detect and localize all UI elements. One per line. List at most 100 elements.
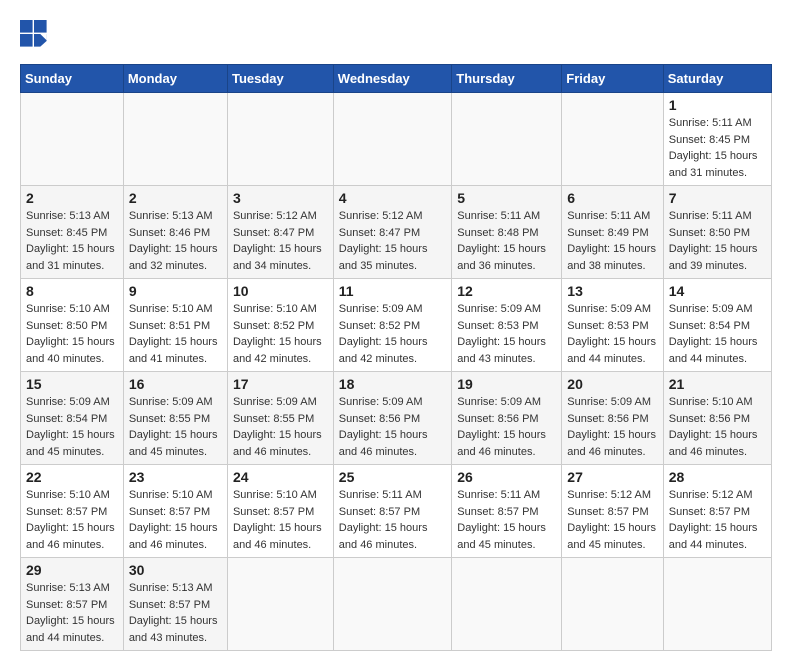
day-number: 23 xyxy=(129,469,222,485)
day-number: 30 xyxy=(129,562,222,578)
day-number: 28 xyxy=(669,469,766,485)
day-number: 12 xyxy=(457,283,556,299)
day-number: 5 xyxy=(457,190,556,206)
day-info: Sunrise: 5:12 AM Sunset: 8:57 PM Dayligh… xyxy=(669,487,766,553)
day-info: Sunrise: 5:10 AM Sunset: 8:57 PM Dayligh… xyxy=(129,487,222,553)
day-info: Sunrise: 5:11 AM Sunset: 8:49 PM Dayligh… xyxy=(567,208,657,274)
day-info: Sunrise: 5:12 AM Sunset: 8:47 PM Dayligh… xyxy=(233,208,328,274)
day-info: Sunrise: 5:10 AM Sunset: 8:50 PM Dayligh… xyxy=(26,301,118,367)
calendar-day-cell xyxy=(21,93,124,186)
calendar-day-cell: 28 Sunrise: 5:12 AM Sunset: 8:57 PM Dayl… xyxy=(663,465,771,558)
day-number: 14 xyxy=(669,283,766,299)
calendar-day-cell: 24 Sunrise: 5:10 AM Sunset: 8:57 PM Dayl… xyxy=(227,465,333,558)
calendar-day-cell: 19 Sunrise: 5:09 AM Sunset: 8:56 PM Dayl… xyxy=(452,372,562,465)
calendar-week-row: 2 Sunrise: 5:13 AM Sunset: 8:45 PM Dayli… xyxy=(21,186,772,279)
day-info: Sunrise: 5:13 AM Sunset: 8:46 PM Dayligh… xyxy=(129,208,222,274)
calendar-header-row: SundayMondayTuesdayWednesdayThursdayFrid… xyxy=(21,65,772,93)
day-header-wednesday: Wednesday xyxy=(333,65,451,93)
calendar-day-cell: 6 Sunrise: 5:11 AM Sunset: 8:49 PM Dayli… xyxy=(562,186,663,279)
calendar-day-cell xyxy=(123,93,227,186)
calendar-day-cell: 13 Sunrise: 5:09 AM Sunset: 8:53 PM Dayl… xyxy=(562,279,663,372)
day-number: 3 xyxy=(233,190,328,206)
logo-icon xyxy=(20,20,48,48)
day-info: Sunrise: 5:11 AM Sunset: 8:48 PM Dayligh… xyxy=(457,208,556,274)
calendar-day-cell: 17 Sunrise: 5:09 AM Sunset: 8:55 PM Dayl… xyxy=(227,372,333,465)
calendar-week-row: 1 Sunrise: 5:11 AM Sunset: 8:45 PM Dayli… xyxy=(21,93,772,186)
calendar-day-cell xyxy=(227,558,333,651)
calendar-day-cell: 21 Sunrise: 5:10 AM Sunset: 8:56 PM Dayl… xyxy=(663,372,771,465)
calendar-day-cell: 15 Sunrise: 5:09 AM Sunset: 8:54 PM Dayl… xyxy=(21,372,124,465)
calendar-day-cell: 26 Sunrise: 5:11 AM Sunset: 8:57 PM Dayl… xyxy=(452,465,562,558)
day-number: 15 xyxy=(26,376,118,392)
day-info: Sunrise: 5:09 AM Sunset: 8:55 PM Dayligh… xyxy=(233,394,328,460)
day-header-sunday: Sunday xyxy=(21,65,124,93)
calendar-day-cell: 12 Sunrise: 5:09 AM Sunset: 8:53 PM Dayl… xyxy=(452,279,562,372)
day-number: 20 xyxy=(567,376,657,392)
calendar-day-cell: 29 Sunrise: 5:13 AM Sunset: 8:57 PM Dayl… xyxy=(21,558,124,651)
day-info: Sunrise: 5:09 AM Sunset: 8:54 PM Dayligh… xyxy=(26,394,118,460)
day-number: 26 xyxy=(457,469,556,485)
day-info: Sunrise: 5:09 AM Sunset: 8:56 PM Dayligh… xyxy=(457,394,556,460)
day-number: 19 xyxy=(457,376,556,392)
day-info: Sunrise: 5:11 AM Sunset: 8:57 PM Dayligh… xyxy=(339,487,446,553)
calendar-day-cell xyxy=(333,558,451,651)
day-header-tuesday: Tuesday xyxy=(227,65,333,93)
day-info: Sunrise: 5:09 AM Sunset: 8:54 PM Dayligh… xyxy=(669,301,766,367)
calendar-day-cell xyxy=(227,93,333,186)
day-info: Sunrise: 5:09 AM Sunset: 8:53 PM Dayligh… xyxy=(567,301,657,367)
day-number: 7 xyxy=(669,190,766,206)
calendar-day-cell: 1 Sunrise: 5:11 AM Sunset: 8:45 PM Dayli… xyxy=(663,93,771,186)
day-header-thursday: Thursday xyxy=(452,65,562,93)
calendar-day-cell: 7 Sunrise: 5:11 AM Sunset: 8:50 PM Dayli… xyxy=(663,186,771,279)
day-number: 13 xyxy=(567,283,657,299)
day-info: Sunrise: 5:09 AM Sunset: 8:56 PM Dayligh… xyxy=(567,394,657,460)
day-number: 6 xyxy=(567,190,657,206)
day-info: Sunrise: 5:10 AM Sunset: 8:56 PM Dayligh… xyxy=(669,394,766,460)
day-number: 29 xyxy=(26,562,118,578)
calendar-week-row: 22 Sunrise: 5:10 AM Sunset: 8:57 PM Dayl… xyxy=(21,465,772,558)
day-number: 2 xyxy=(26,190,118,206)
calendar-day-cell: 2 Sunrise: 5:13 AM Sunset: 8:46 PM Dayli… xyxy=(123,186,227,279)
page-header xyxy=(20,20,772,48)
day-number: 18 xyxy=(339,376,446,392)
day-number: 10 xyxy=(233,283,328,299)
day-info: Sunrise: 5:13 AM Sunset: 8:57 PM Dayligh… xyxy=(26,580,118,646)
calendar-day-cell: 22 Sunrise: 5:10 AM Sunset: 8:57 PM Dayl… xyxy=(21,465,124,558)
day-info: Sunrise: 5:10 AM Sunset: 8:52 PM Dayligh… xyxy=(233,301,328,367)
day-header-friday: Friday xyxy=(562,65,663,93)
day-info: Sunrise: 5:09 AM Sunset: 8:52 PM Dayligh… xyxy=(339,301,446,367)
day-number: 1 xyxy=(669,97,766,113)
day-number: 4 xyxy=(339,190,446,206)
calendar-day-cell xyxy=(333,93,451,186)
calendar-day-cell xyxy=(562,558,663,651)
day-header-saturday: Saturday xyxy=(663,65,771,93)
day-info: Sunrise: 5:11 AM Sunset: 8:45 PM Dayligh… xyxy=(669,115,766,181)
day-info: Sunrise: 5:10 AM Sunset: 8:57 PM Dayligh… xyxy=(26,487,118,553)
calendar-day-cell: 4 Sunrise: 5:12 AM Sunset: 8:47 PM Dayli… xyxy=(333,186,451,279)
day-number: 24 xyxy=(233,469,328,485)
calendar-day-cell: 8 Sunrise: 5:10 AM Sunset: 8:50 PM Dayli… xyxy=(21,279,124,372)
day-info: Sunrise: 5:11 AM Sunset: 8:50 PM Dayligh… xyxy=(669,208,766,274)
calendar-day-cell: 23 Sunrise: 5:10 AM Sunset: 8:57 PM Dayl… xyxy=(123,465,227,558)
day-header-monday: Monday xyxy=(123,65,227,93)
calendar-day-cell xyxy=(452,558,562,651)
calendar-day-cell: 20 Sunrise: 5:09 AM Sunset: 8:56 PM Dayl… xyxy=(562,372,663,465)
day-info: Sunrise: 5:13 AM Sunset: 8:45 PM Dayligh… xyxy=(26,208,118,274)
calendar-day-cell: 3 Sunrise: 5:12 AM Sunset: 8:47 PM Dayli… xyxy=(227,186,333,279)
calendar-day-cell: 9 Sunrise: 5:10 AM Sunset: 8:51 PM Dayli… xyxy=(123,279,227,372)
calendar-table: SundayMondayTuesdayWednesdayThursdayFrid… xyxy=(20,64,772,651)
calendar-day-cell: 11 Sunrise: 5:09 AM Sunset: 8:52 PM Dayl… xyxy=(333,279,451,372)
calendar-week-row: 29 Sunrise: 5:13 AM Sunset: 8:57 PM Dayl… xyxy=(21,558,772,651)
calendar-week-row: 8 Sunrise: 5:10 AM Sunset: 8:50 PM Dayli… xyxy=(21,279,772,372)
calendar-week-row: 15 Sunrise: 5:09 AM Sunset: 8:54 PM Dayl… xyxy=(21,372,772,465)
day-number: 27 xyxy=(567,469,657,485)
calendar-day-cell xyxy=(663,558,771,651)
calendar-day-cell: 10 Sunrise: 5:10 AM Sunset: 8:52 PM Dayl… xyxy=(227,279,333,372)
day-number: 22 xyxy=(26,469,118,485)
day-info: Sunrise: 5:12 AM Sunset: 8:57 PM Dayligh… xyxy=(567,487,657,553)
day-info: Sunrise: 5:10 AM Sunset: 8:57 PM Dayligh… xyxy=(233,487,328,553)
day-number: 16 xyxy=(129,376,222,392)
day-info: Sunrise: 5:09 AM Sunset: 8:55 PM Dayligh… xyxy=(129,394,222,460)
calendar-day-cell: 18 Sunrise: 5:09 AM Sunset: 8:56 PM Dayl… xyxy=(333,372,451,465)
day-info: Sunrise: 5:11 AM Sunset: 8:57 PM Dayligh… xyxy=(457,487,556,553)
